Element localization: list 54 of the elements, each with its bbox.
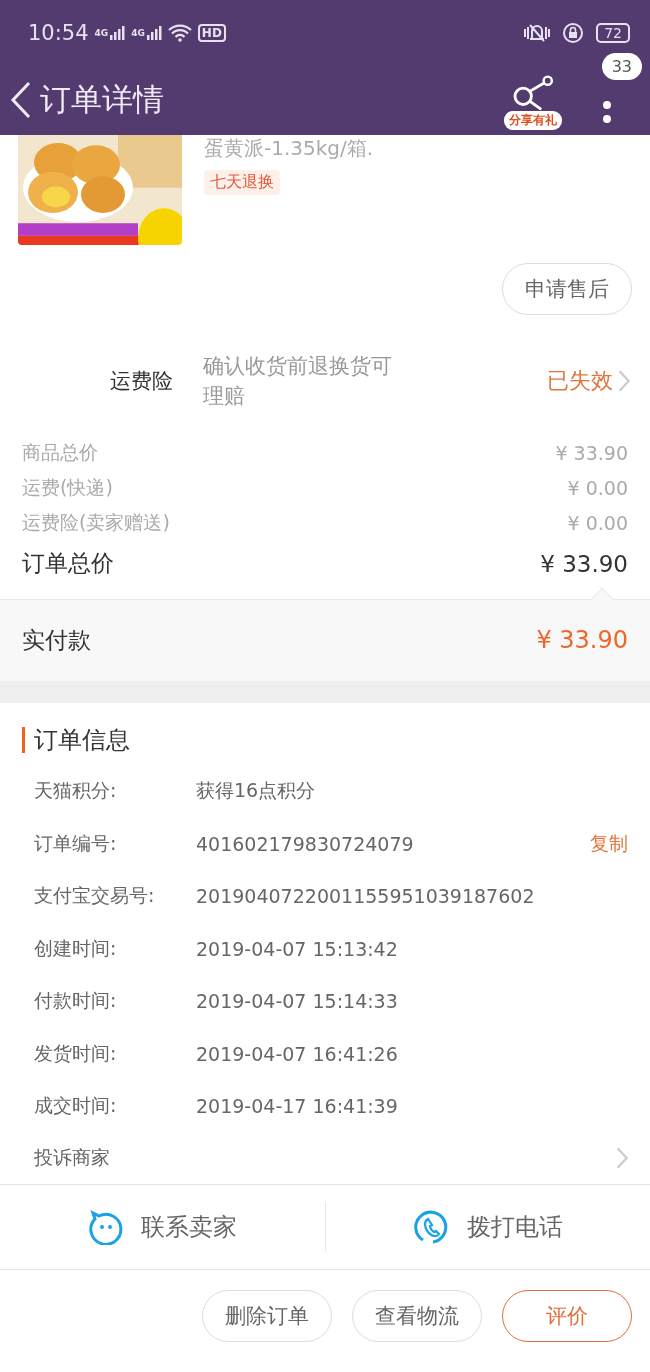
wifi-icon	[167, 23, 192, 42]
share-icon[interactable]	[511, 74, 555, 111]
price-label: 运费险(卖家赠送)	[22, 510, 170, 536]
info-value: 获得16点积分	[196, 778, 317, 804]
insurance-description: 确认收货前退换货可理赔	[203, 353, 393, 411]
paid-label: 实付款	[22, 625, 91, 655]
info-value: 2019040722001155951039187602	[196, 885, 536, 908]
section-title: 订单信息	[22, 726, 130, 753]
copy-link[interactable]: 复制	[590, 830, 628, 857]
info-label: 成交时间:	[34, 1093, 118, 1119]
signal-icon	[145, 24, 162, 41]
info-label: 创建时间:	[34, 935, 118, 961]
paid-amount: ¥ 33.90	[536, 626, 628, 655]
page-title: 订单详情	[40, 80, 165, 119]
info-value: 2019-04-07 15:13:42	[196, 937, 399, 960]
smiley-chat-icon	[87, 1209, 124, 1246]
share-reward-label[interactable]: 分享有礼	[504, 110, 562, 130]
order-total-value: ¥ 33.90	[540, 550, 628, 577]
battery-level: 72	[596, 22, 630, 43]
order-action-button[interactable]: 评价	[502, 1290, 632, 1343]
product-title: 蛋黄派-1.35kg/箱.	[204, 135, 374, 162]
return-policy-tag: 七天退换	[204, 170, 280, 195]
info-value: 2019-04-07 16:41:26	[196, 1042, 399, 1065]
status-time: 10:54	[28, 20, 89, 45]
message-count-badge: 33	[601, 53, 642, 80]
price-label: 商品总价	[22, 440, 98, 466]
back-icon[interactable]	[10, 81, 32, 119]
order-action-button[interactable]: 查看物流	[352, 1290, 482, 1343]
price-value: ¥ 0.00	[567, 512, 628, 535]
signal-icon	[109, 24, 126, 41]
info-label: 付款时间:	[34, 988, 118, 1014]
order-action-button[interactable]: 删除订单	[202, 1290, 332, 1343]
price-value: ¥ 0.00	[567, 477, 628, 500]
price-label: 运费(快递)	[22, 475, 113, 501]
phone-icon	[412, 1209, 449, 1246]
info-label: 发货时间:	[34, 1040, 118, 1066]
order-total-label: 订单总价	[22, 549, 114, 579]
info-value: 2019-04-17 16:41:39	[196, 1095, 399, 1118]
insurance-label: 运费险	[110, 368, 174, 396]
chevron-icon	[617, 370, 630, 393]
info-value: 401602179830724079	[196, 832, 415, 855]
network-type: 4G	[94, 27, 109, 38]
info-label: 支付宝交易号:	[34, 883, 156, 909]
insurance-status[interactable]: 已失效	[547, 366, 630, 397]
vibrate-icon	[524, 22, 551, 43]
info-value: 2019-04-07 15:14:33	[196, 990, 399, 1013]
lock-rotation-icon	[562, 21, 585, 44]
network-type: 4G	[131, 27, 145, 38]
hd-indicator: HD	[197, 23, 226, 42]
info-label: 订单编号:	[34, 830, 118, 856]
chevron-icon	[615, 1147, 628, 1170]
price-value: ¥ 33.90	[555, 442, 628, 465]
info-label: 天猫积分:	[34, 778, 118, 804]
after-sale-button[interactable]: 申请售后	[502, 263, 632, 315]
